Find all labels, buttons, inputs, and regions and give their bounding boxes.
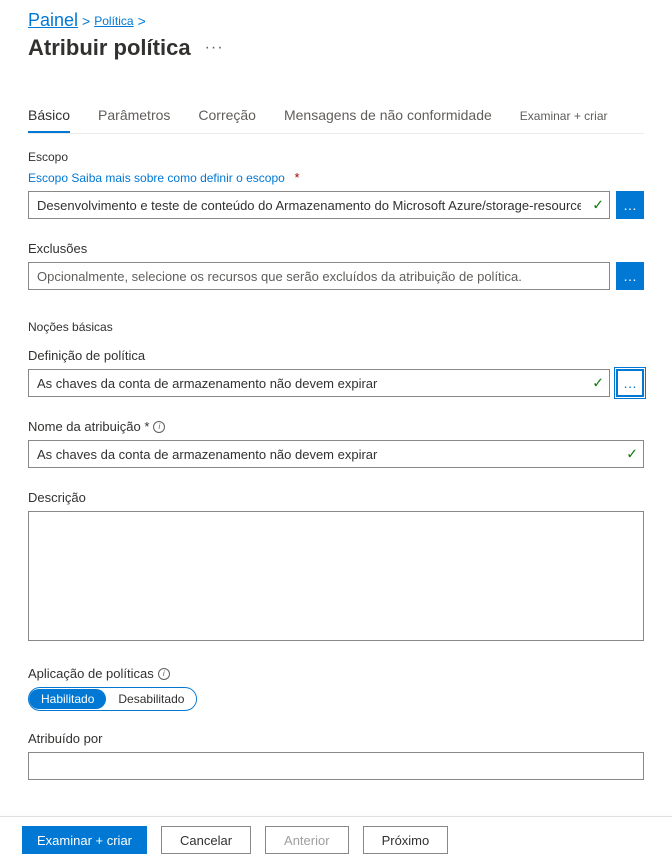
policy-definition-input[interactable]: [28, 369, 610, 397]
assignment-name-input[interactable]: [28, 440, 644, 468]
tab-mensagens[interactable]: Mensagens de não conformidade: [284, 101, 492, 133]
scope-input[interactable]: [28, 191, 610, 219]
assigned-by-input[interactable]: [28, 752, 644, 780]
scope-picker-button[interactable]: …: [616, 191, 644, 219]
enforcement-toggle[interactable]: Habilitado Desabilitado: [28, 687, 197, 711]
breadcrumb-policy-link[interactable]: Política: [94, 14, 133, 28]
info-icon[interactable]: i: [153, 421, 165, 433]
page-title: Atribuir política: [28, 35, 191, 61]
assigned-by-label: Atribuído por: [28, 731, 644, 746]
breadcrumb-home[interactable]: Painel: [28, 10, 78, 31]
basics-heading: Noções básicas: [28, 320, 644, 334]
tab-parametros[interactable]: Parâmetros: [98, 101, 170, 133]
breadcrumb: Painel > Política >: [28, 10, 644, 31]
chevron-right-icon: >: [138, 13, 146, 29]
scope-heading: Escopo: [28, 150, 644, 164]
enforcement-label: Aplicação de políticas: [28, 666, 154, 681]
tab-basico[interactable]: Básico: [28, 101, 70, 133]
enforcement-enabled-option[interactable]: Habilitado: [29, 689, 106, 709]
tabs: Básico Parâmetros Correção Mensagens de …: [28, 101, 644, 134]
required-indicator: *: [294, 170, 299, 185]
exclusions-picker-button[interactable]: …: [616, 262, 644, 290]
review-create-button[interactable]: Examinar + criar: [22, 826, 147, 854]
footer-actions: Examinar + criar Cancelar Anterior Próxi…: [0, 816, 672, 864]
assignment-name-label: Nome da atribuição *: [28, 419, 149, 434]
more-icon[interactable]: ···: [205, 39, 224, 57]
next-button[interactable]: Próximo: [363, 826, 449, 854]
tab-correcao[interactable]: Correção: [198, 101, 256, 133]
previous-button: Anterior: [265, 826, 349, 854]
policy-definition-picker-button[interactable]: …: [616, 369, 644, 397]
description-label: Descrição: [28, 490, 644, 505]
scope-help-link[interactable]: Escopo Saiba mais sobre como definir o e…: [28, 171, 285, 185]
tab-examinar-criar[interactable]: Examinar + criar: [520, 103, 608, 133]
enforcement-disabled-option[interactable]: Desabilitado: [106, 689, 196, 709]
info-icon[interactable]: i: [158, 668, 170, 680]
exclusions-label: Exclusões: [28, 241, 644, 256]
policy-definition-label: Definição de política: [28, 348, 145, 363]
description-textarea[interactable]: [28, 511, 644, 641]
exclusions-input[interactable]: [28, 262, 610, 290]
chevron-right-icon: >: [82, 13, 90, 29]
cancel-button[interactable]: Cancelar: [161, 826, 251, 854]
